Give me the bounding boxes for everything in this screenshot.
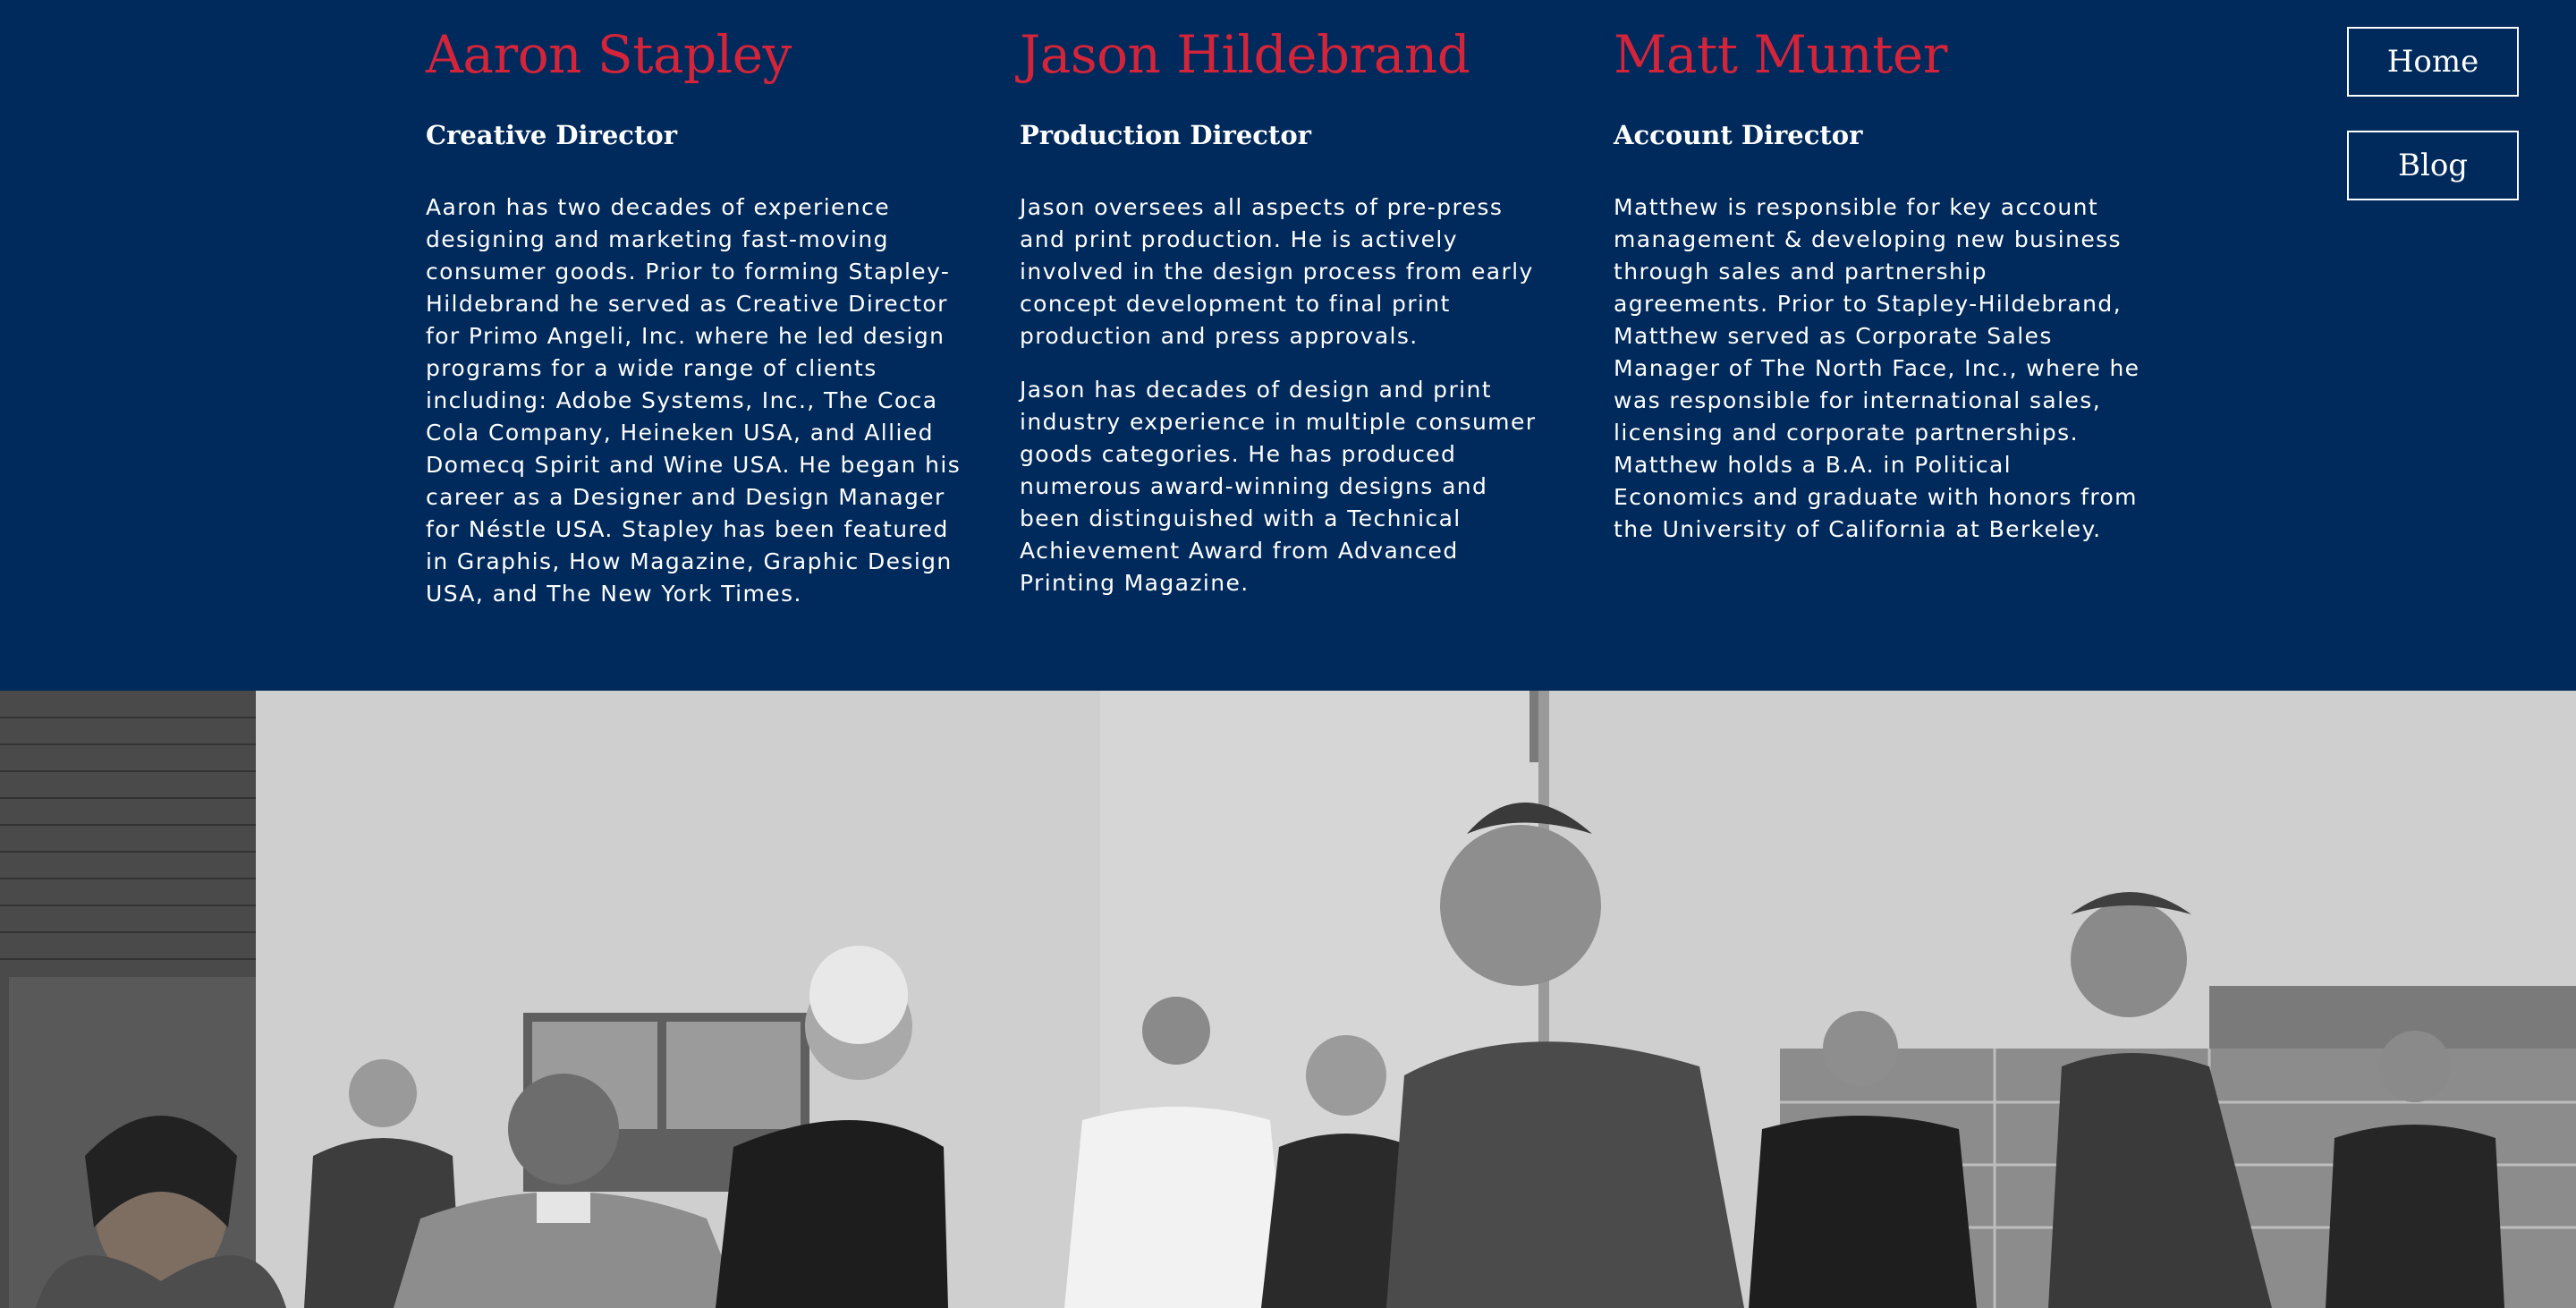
team-member-matt-munter: Matt Munter Account Director Matthew is … — [1614, 0, 2159, 542]
member-name: Jason Hildebrand — [1020, 24, 1470, 85]
site-nav: Home Blog — [2347, 27, 2519, 234]
team-member-jason-hildebrand: Jason Hildebrand Production Director Jas… — [1020, 0, 1565, 596]
team-member-aaron-stapley: Aaron Stapley Creative Director Aaron ha… — [426, 0, 971, 607]
bio-paragraph: Matthew is responsible for key account m… — [1614, 194, 2140, 542]
page: Aaron Stapley Creative Director Aaron ha… — [0, 0, 2576, 1308]
member-bio: Jason oversees all aspects of pre-press … — [1020, 191, 1556, 621]
bio-paragraph: Jason oversees all aspects of pre-press … — [1020, 194, 1534, 349]
member-role: Account Director — [1614, 120, 1863, 150]
home-button[interactable]: Home — [2347, 27, 2519, 97]
team-bios-section: Aaron Stapley Creative Director Aaron ha… — [0, 0, 2576, 691]
member-role: Creative Director — [426, 120, 677, 150]
member-name: Aaron Stapley — [426, 24, 792, 85]
member-role: Production Director — [1020, 120, 1311, 150]
bio-paragraph: Jason has decades of design and print in… — [1020, 377, 1537, 596]
member-bio: Aaron has two decades of experience desi… — [426, 191, 962, 632]
team-group-photo — [0, 691, 2576, 1308]
team-photo-illustration — [0, 691, 2576, 1308]
blog-button[interactable]: Blog — [2347, 131, 2519, 200]
bio-paragraph: Aaron has two decades of experience desi… — [426, 194, 962, 607]
member-bio: Matthew is responsible for key account m… — [1614, 191, 2150, 567]
member-name: Matt Munter — [1614, 24, 1947, 85]
